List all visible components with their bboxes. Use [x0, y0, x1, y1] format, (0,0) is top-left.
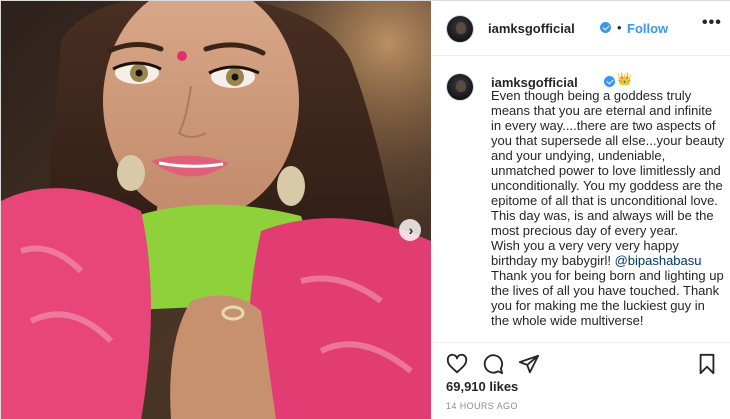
comment-icon[interactable]	[482, 353, 504, 375]
mention-link[interactable]: @bipashabasu	[615, 253, 702, 268]
post-image	[1, 1, 431, 419]
more-options-icon[interactable]: •••	[702, 14, 722, 32]
likes-count[interactable]: 69,910 likes	[446, 379, 518, 394]
header-username[interactable]: iamksgofficial	[488, 21, 575, 36]
avatar[interactable]	[446, 15, 474, 43]
post-photo[interactable]: ›	[1, 1, 431, 419]
share-icon[interactable]	[518, 353, 540, 375]
bookmark-icon[interactable]	[696, 353, 718, 375]
post-timestamp[interactable]: 14 HOURS AGO	[446, 401, 518, 411]
caption-avatar[interactable]	[446, 73, 474, 101]
caption-verified-badge-icon	[604, 76, 615, 87]
follow-button[interactable]: Follow	[627, 21, 668, 36]
chevron-right-icon: ›	[408, 222, 414, 238]
post-actions: 69,910 likes 14 HOURS AGO	[432, 342, 730, 419]
caption-line-3: Thank you for being born and lighting up…	[491, 268, 724, 328]
dot-separator: •	[617, 20, 622, 35]
carousel-next-button[interactable]: ›	[399, 219, 421, 241]
caption-line-1: Even though being a goddess truly means …	[491, 88, 725, 238]
instagram-post: › iamksgofficial • Follow ••• iamksgoffi…	[0, 0, 730, 419]
caption-text: Even though being a goddess truly means …	[491, 88, 725, 328]
post-header: iamksgofficial • Follow •••	[432, 1, 730, 56]
crown-emoji-icon: 👑	[617, 72, 632, 86]
post-caption: iamksgofficial 👑 Even though being a god…	[432, 57, 730, 342]
post-sidebar: iamksgofficial • Follow ••• iamksgoffici…	[432, 1, 730, 419]
heart-icon[interactable]	[446, 353, 468, 375]
verified-badge-icon	[600, 22, 611, 33]
